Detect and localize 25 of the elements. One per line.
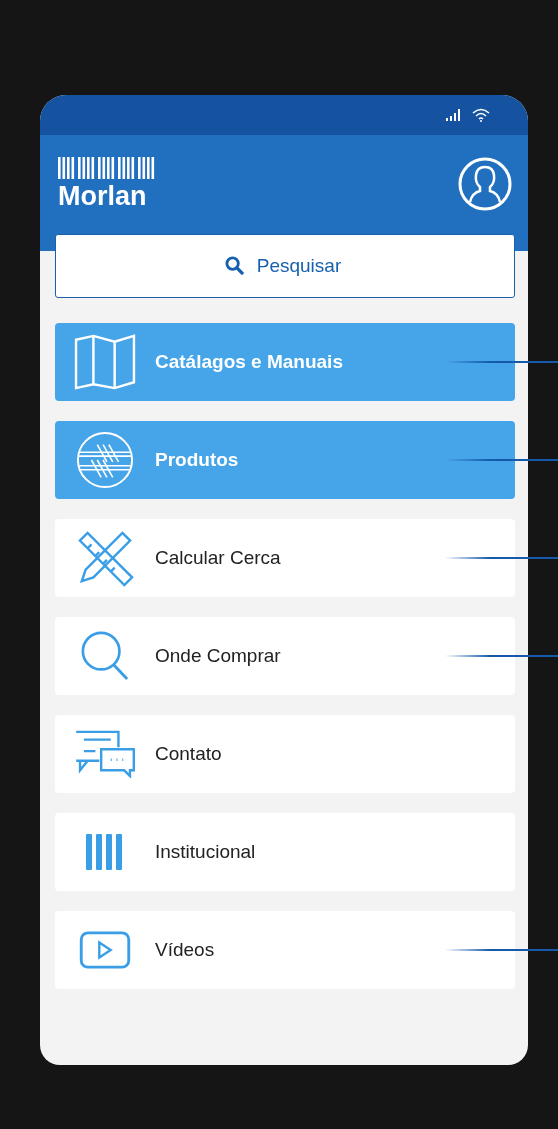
- search-field[interactable]: Pesquisar: [55, 234, 515, 298]
- logo-text: Morlan: [58, 181, 148, 211]
- menu-item[interactable]: Contato: [55, 715, 515, 793]
- menu-label: Institucional: [155, 841, 256, 863]
- wifi-icon: [472, 108, 490, 122]
- menu-label: Catálagos e Manuais: [155, 351, 343, 373]
- menu-label: Onde Comprar: [155, 645, 281, 667]
- menu-label: Contato: [155, 743, 222, 765]
- menu-label: Calcular Cerca: [155, 547, 281, 569]
- menu-label: Produtos: [155, 449, 239, 471]
- signal-icon: [446, 109, 462, 121]
- menu-item[interactable]: Vídeos: [55, 911, 515, 989]
- menu-item[interactable]: Calcular Cerca: [55, 519, 515, 597]
- menu-item[interactable]: Onde Comprar: [55, 617, 515, 695]
- chat-bubbles-icon: [74, 730, 136, 778]
- play-icon: [79, 931, 131, 969]
- barbed-wire-icon: [76, 431, 134, 489]
- profile-icon[interactable]: [458, 157, 512, 211]
- menu-label: Vídeos: [155, 939, 215, 961]
- menu-item[interactable]: Institucional: [55, 813, 515, 891]
- search-icon: [80, 630, 130, 682]
- search-icon: [225, 256, 244, 275]
- folded-map-icon: [74, 334, 136, 390]
- vertical-bars-icon: [86, 834, 124, 870]
- ruler-pencil-icon: [76, 529, 134, 587]
